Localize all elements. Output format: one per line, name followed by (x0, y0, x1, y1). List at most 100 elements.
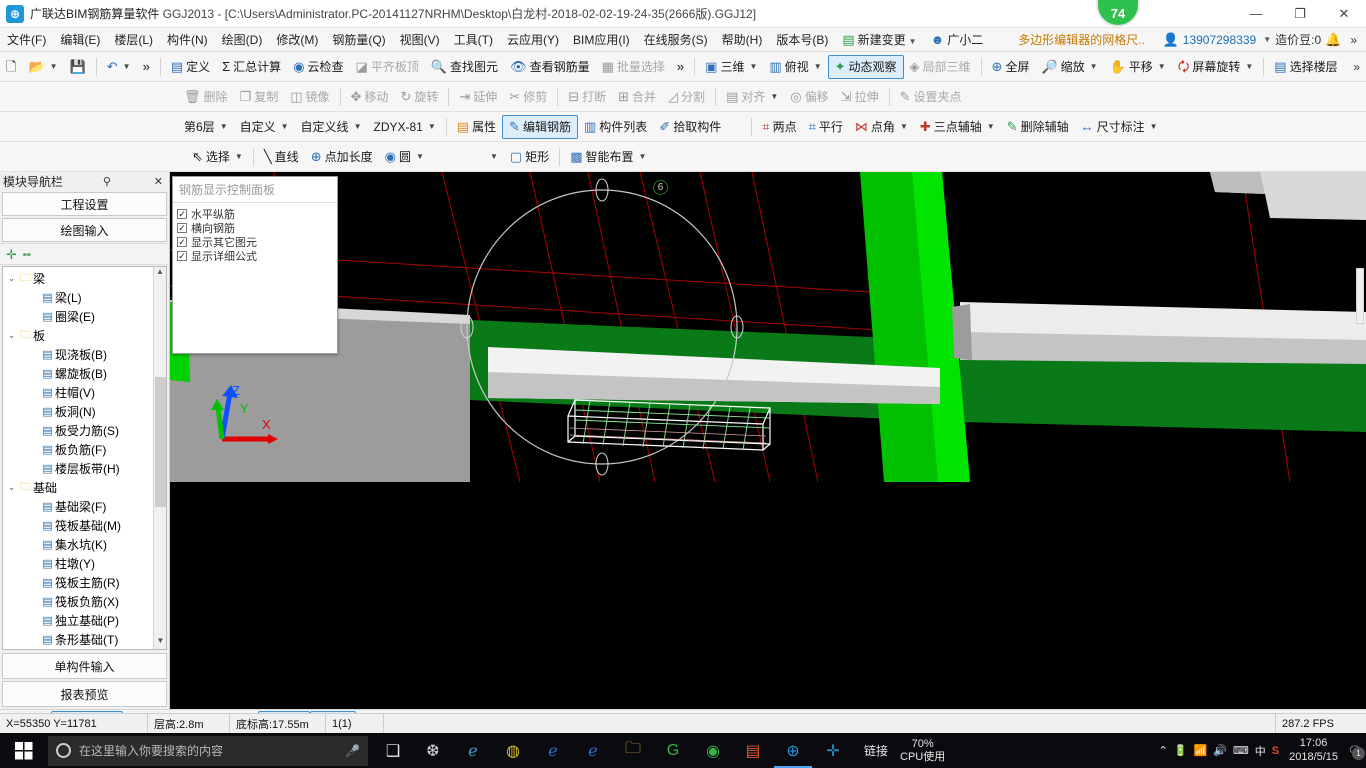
tree-item-20[interactable]: ▤桩承台(V) (5, 649, 166, 650)
delete-button[interactable]: 🗑删除 (178, 85, 234, 109)
zoom-button[interactable]: 🔎缩放▼ (1035, 55, 1103, 79)
menu-item-rebar-qty[interactable]: 钢筋量(Q) (325, 29, 392, 50)
tree-item-5[interactable]: ▤螺旋板(B) (5, 364, 166, 383)
close-button[interactable]: ✕ (1322, 0, 1366, 28)
viewport-resize-handle[interactable] (1356, 268, 1364, 324)
floor-selector[interactable]: 第6层▼ (178, 115, 234, 139)
nav-button-project-settings[interactable]: 工程设置 (2, 192, 167, 216)
tree-item-11[interactable]: ⌄🗀基础 (5, 478, 166, 497)
option-transverse-rebar[interactable]: ✓ 横向钢筋 (177, 221, 333, 235)
scroll-down-icon[interactable]: ▼ (154, 636, 167, 649)
chevron-down-icon[interactable]: ⌄ (5, 273, 18, 284)
summary-calc-button[interactable]: Σ汇总计算 (216, 55, 287, 79)
edit-rebar-button[interactable]: ✎编辑钢筋 (502, 115, 578, 139)
save-file-button[interactable]: 💾 (64, 55, 92, 79)
pin-icon[interactable]: ⚲ (100, 175, 114, 188)
link-app-icon[interactable]: ✛ (814, 733, 852, 768)
scroll-up-icon[interactable]: ▲ (154, 267, 166, 280)
keyboard-icon[interactable]: ⌨ (1233, 744, 1249, 757)
offset-button[interactable]: ◎偏移 (784, 85, 834, 109)
bell-icon[interactable]: 🔔 (1325, 32, 1341, 48)
select-floor-button[interactable]: ▤选择楼层 (1268, 55, 1343, 79)
menu-item-bim[interactable]: BIM应用(I) (566, 29, 637, 50)
fullscreen-button[interactable]: ⊕全屏 (986, 55, 1036, 79)
split-button[interactable]: ◿分割 (662, 85, 711, 109)
component-tree[interactable]: ⌄🗀梁▤梁(L)▤圈梁(E)⌄🗀板▤现浇板(B)▤螺旋板(B)▤柱帽(V)▤板洞… (2, 266, 167, 650)
ime-indicator[interactable]: 中 (1255, 743, 1266, 759)
chevron-down-icon[interactable]: ⌄ (5, 482, 18, 493)
start-button[interactable] (0, 733, 48, 768)
local-3d-button[interactable]: ◈局部三维 (904, 55, 977, 79)
dimension-button[interactable]: ↔尺寸标注▼ (1075, 115, 1164, 139)
menu-item-help[interactable]: 帮助(H) (715, 29, 770, 50)
extend-button[interactable]: ⇥延伸 (453, 85, 503, 109)
minimize-button[interactable]: — (1234, 0, 1278, 28)
define-button[interactable]: ▤定义 (165, 55, 216, 79)
tree-item-13[interactable]: ▤筏板基础(M) (5, 516, 166, 535)
rebar-display-control-panel[interactable]: 钢筋显示控制面板 ✓ 水平纵筋 ✓ 横向钢筋 ✓ 显示其它图元 (172, 176, 338, 354)
ie-icon[interactable]: ℯ (574, 733, 612, 768)
checkbox-icon[interactable]: ✓ (177, 251, 187, 261)
beans-label[interactable]: 造价豆:0 (1275, 31, 1321, 48)
checkbox-icon[interactable]: ✓ (177, 237, 187, 247)
ggj-icon[interactable]: ⊕ (774, 733, 812, 768)
delete-axis-button[interactable]: ✎删除辅轴 (1001, 115, 1075, 139)
screen-rotate-button[interactable]: 🗘屏幕旋转▼ (1172, 55, 1260, 79)
circle-tool-button[interactable]: ◉圆▼ (379, 145, 430, 169)
tree-scrollbar[interactable]: ▲ ▼ (153, 267, 166, 649)
tree-item-3[interactable]: ⌄🗀板 (5, 326, 166, 345)
toolbar-overflow-1[interactable]: » (137, 55, 156, 79)
select-tool-button[interactable]: ⇖选择▼ (186, 145, 249, 169)
view-3d-button[interactable]: ▣三维▼ (699, 55, 763, 79)
nav-button-report-preview[interactable]: 报表预览 (2, 681, 167, 707)
line-tool-button[interactable]: ╲直线 (258, 145, 305, 169)
menu-item-draw[interactable]: 绘图(D) (215, 29, 270, 50)
align-slab-top-button[interactable]: ◪平齐板顶 (350, 55, 425, 79)
browser-blue-icon[interactable]: ℯ (534, 733, 572, 768)
user-nick-button[interactable]: ☻广小二 (924, 29, 991, 50)
axis-point-angle-button[interactable]: ⋈点角▼ (849, 115, 914, 139)
google-icon[interactable]: G (654, 733, 692, 768)
maximize-button[interactable]: ❐ (1278, 0, 1322, 28)
component-list-button[interactable]: ▥构件列表 (578, 115, 653, 139)
tree-item-8[interactable]: ▤板受力筋(S) (5, 421, 166, 440)
sogou-icon[interactable]: S (1272, 745, 1279, 757)
undo-button[interactable]: ↶▼ (101, 55, 137, 79)
notes-icon[interactable]: ▤ (734, 733, 772, 768)
pan-button[interactable]: ✋平移▼ (1104, 55, 1172, 79)
volume-icon[interactable]: 🔊 (1213, 744, 1227, 757)
chevron-down-icon[interactable]: ▼ (1263, 35, 1271, 44)
pick-component-button[interactable]: ✐拾取构件 (653, 115, 727, 139)
copy-button[interactable]: ❐复制 (234, 85, 285, 109)
microphone-icon[interactable]: 🎤 (345, 744, 360, 758)
link-label[interactable]: 链接 (852, 742, 900, 759)
set-grip-button[interactable]: ✎设置夹点 (894, 85, 968, 109)
promo-link[interactable]: 多边形编辑器的网格尺.. (1018, 31, 1145, 48)
type-selector[interactable]: 自定义线▼ (295, 115, 368, 139)
chevron-up-icon[interactable]: ⌃ (1159, 744, 1168, 757)
menu-item-edit[interactable]: 编辑(E) (53, 29, 107, 50)
chrome-circle-icon[interactable]: ◍ (494, 733, 532, 768)
tree-item-4[interactable]: ▤现浇板(B) (5, 345, 166, 364)
battery-icon[interactable]: 🔋 (1174, 744, 1188, 757)
menu-item-modify[interactable]: 修改(M) (269, 29, 325, 50)
wifi-icon[interactable]: 📶 (1193, 744, 1207, 757)
move-button[interactable]: ✥移动 (345, 85, 395, 109)
category-selector[interactable]: 自定义▼ (234, 115, 295, 139)
menu-item-tools[interactable]: 工具(T) (447, 29, 500, 50)
tree-item-10[interactable]: ▤楼层板带(H) (5, 459, 166, 478)
orbit-button[interactable]: ✦动态观察 (828, 55, 904, 79)
axis-two-point-button[interactable]: ⌗两点 (756, 115, 802, 139)
batch-select-button[interactable]: ▦批量选择 (596, 55, 671, 79)
option-show-other-elements[interactable]: ✓ 显示其它图元 (177, 235, 333, 249)
merge-button[interactable]: ⊞合并 (612, 85, 662, 109)
menu-overflow-button[interactable]: » (1345, 33, 1362, 47)
score-badge[interactable]: 74 (1096, 0, 1140, 27)
explorer-icon[interactable]: 🗀 (614, 733, 652, 768)
chevron-down-icon[interactable]: ⌄ (5, 330, 18, 341)
cloud-check-button[interactable]: ◉云检查 (287, 55, 349, 79)
scroll-thumb[interactable] (155, 377, 166, 507)
break-button[interactable]: ⊟打断 (562, 85, 612, 109)
nav-button-drawing-input[interactable]: 绘图输入 (2, 218, 167, 242)
draw-blank-combo[interactable]: ▼ (430, 145, 504, 169)
